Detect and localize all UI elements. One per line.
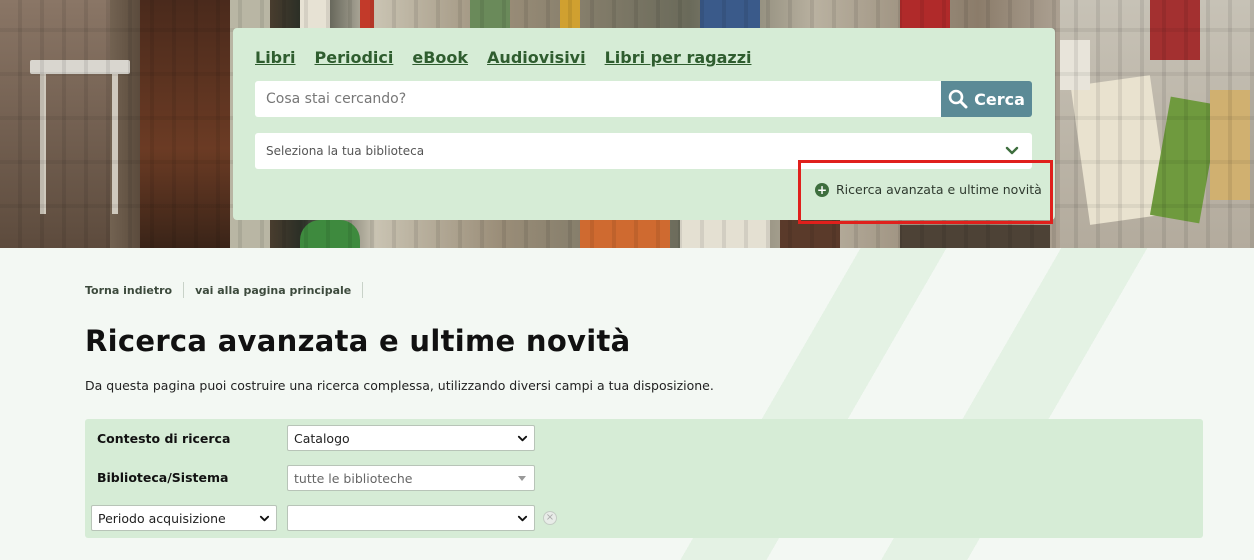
period-value-select[interactable] xyxy=(287,505,535,531)
tab-libri[interactable]: Libri xyxy=(255,48,296,67)
advanced-search-form: Contesto di ricerca Catalogo Biblioteca/… xyxy=(85,419,1203,538)
library-system-select[interactable]: tutte le biblioteche xyxy=(287,465,535,491)
field-select[interactable]: Periodo acquisizione xyxy=(91,505,277,531)
context-select[interactable]: Catalogo xyxy=(287,425,535,451)
page-description: Da questa pagina puoi costruire una rice… xyxy=(85,378,714,393)
tab-audiovisivi[interactable]: Audiovisivi xyxy=(487,48,586,67)
chevron-down-icon xyxy=(1005,146,1019,155)
tab-periodici[interactable]: Periodici xyxy=(315,48,394,67)
search-input[interactable] xyxy=(255,81,941,117)
breadcrumb-divider xyxy=(362,282,364,298)
chevron-down-icon xyxy=(259,515,270,522)
breadcrumb: Torna indietro vai alla pagina principal… xyxy=(85,282,374,298)
highlight-box xyxy=(798,160,1053,224)
tab-ebook[interactable]: eBook xyxy=(412,48,468,67)
breadcrumb-back[interactable]: Torna indietro xyxy=(85,284,183,297)
page-title: Ricerca avanzata e ultime novità xyxy=(85,324,631,358)
category-tabs: Libri Periodici eBook Audiovisivi Libri … xyxy=(255,48,770,67)
field-select-value: Periodo acquisizione xyxy=(98,510,226,526)
clear-icon[interactable]: × xyxy=(543,511,557,525)
chevron-down-icon xyxy=(517,435,528,442)
chevron-down-icon xyxy=(517,515,528,522)
breadcrumb-divider xyxy=(183,282,185,298)
search-button[interactable]: Cerca xyxy=(941,81,1032,117)
context-select-value: Catalogo xyxy=(294,430,350,446)
library-system-value: tutte le biblioteche xyxy=(294,470,413,486)
library-select-value: Seleziona la tua biblioteca xyxy=(266,144,425,158)
context-label: Contesto di ricerca xyxy=(97,431,231,446)
library-system-label: Biblioteca/Sistema xyxy=(97,470,229,485)
search-button-label: Cerca xyxy=(974,89,1025,109)
caret-down-icon xyxy=(518,476,526,481)
search-icon xyxy=(948,89,968,109)
breadcrumb-home[interactable]: vai alla pagina principale xyxy=(195,284,362,297)
tab-libri-per-ragazzi[interactable]: Libri per ragazzi xyxy=(605,48,752,67)
